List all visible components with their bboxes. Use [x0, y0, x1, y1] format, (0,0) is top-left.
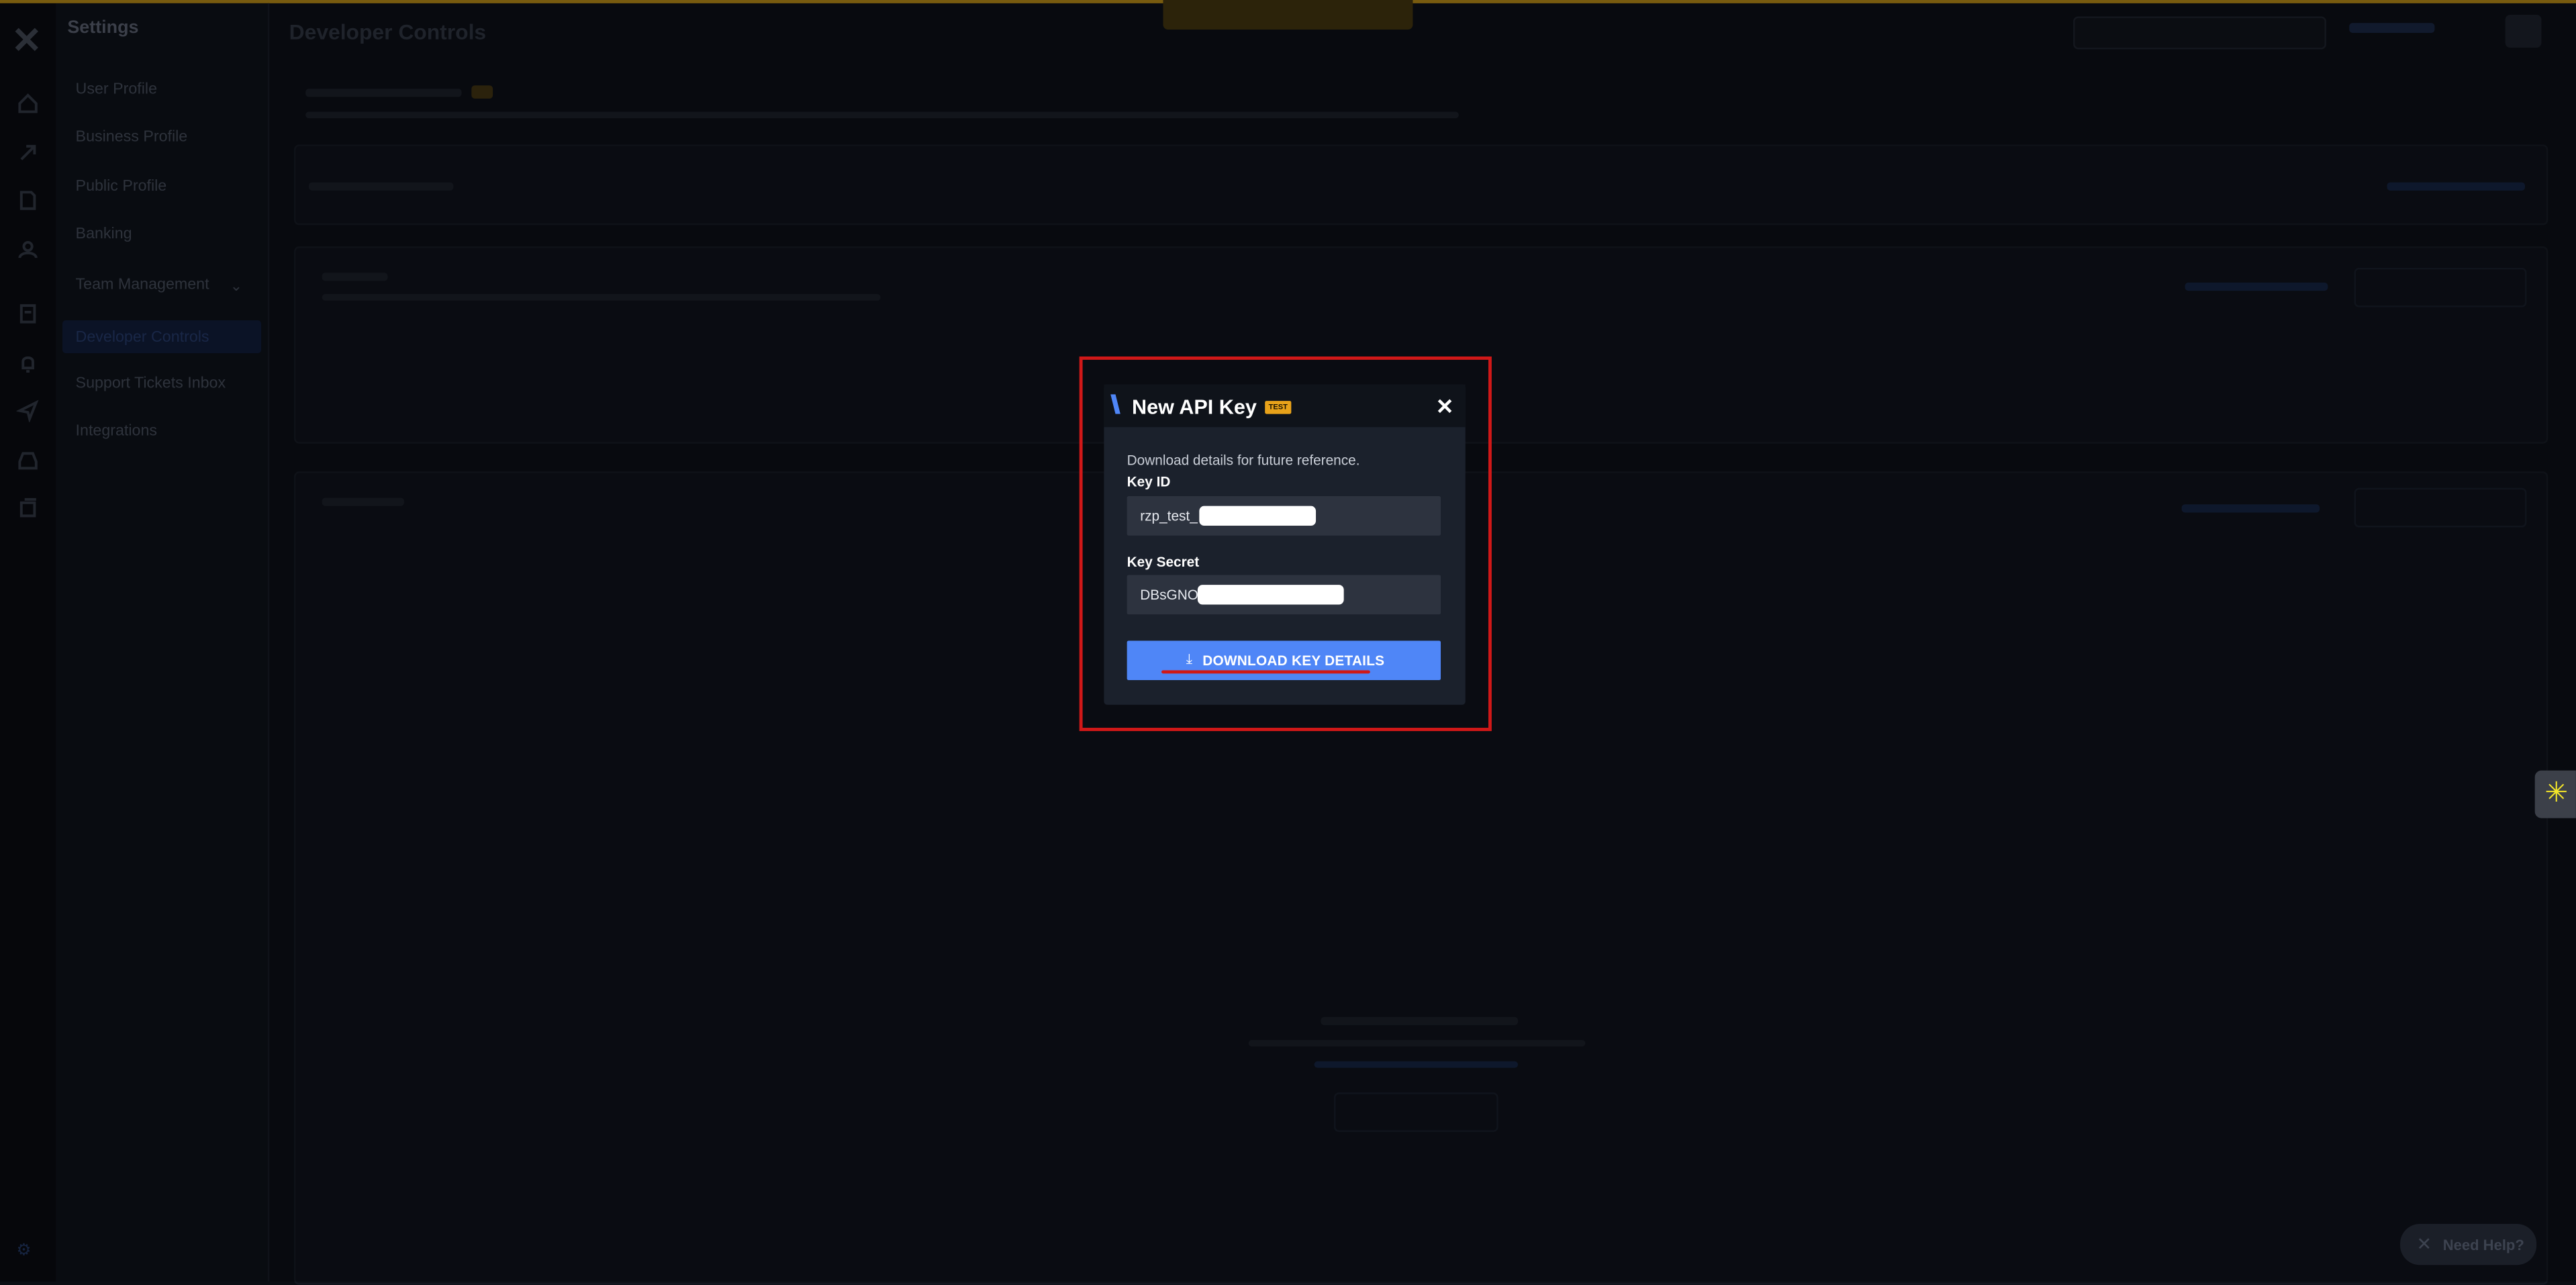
key-id-label: Key ID — [1127, 473, 1171, 490]
brand-mark-icon — [1110, 394, 1120, 414]
modal-description: Download details for future reference. — [1127, 451, 1360, 469]
key-id-redaction — [1199, 506, 1317, 526]
modal-header: New API Key TEST ✕ — [1104, 384, 1466, 428]
modal-title: New API Key — [1131, 395, 1257, 419]
help-logo-icon: ✕ — [2416, 1235, 2432, 1255]
key-secret-label: Key Secret — [1127, 553, 1200, 571]
feedback-tab[interactable]: ✳ — [2534, 770, 2576, 818]
need-help-label: Need Help? — [2442, 1237, 2524, 1254]
download-key-details-button[interactable]: ⤓ DOWNLOAD KEY DETAILS — [1127, 640, 1441, 681]
need-help-button[interactable]: ✕ Need Help? — [2400, 1224, 2537, 1266]
key-id-value: rzp_test_ — [1140, 508, 1198, 524]
annotation-underline — [1161, 670, 1370, 673]
key-secret-field[interactable]: DBsGNO — [1127, 575, 1441, 615]
test-badge: TEST — [1265, 401, 1292, 414]
close-icon[interactable]: ✕ — [1436, 396, 1454, 418]
app-root: ✕ ⚙ Settings User Profile Business Profi… — [0, 0, 2576, 1285]
key-id-field[interactable]: rzp_test_ — [1127, 495, 1441, 536]
key-secret-redaction — [1197, 585, 1344, 605]
download-button-label: DOWNLOAD KEY DETAILS — [1202, 652, 1385, 669]
download-icon: ⤓ — [1186, 651, 1192, 667]
sparkle-icon: ✳ — [2544, 777, 2569, 808]
new-api-key-modal: New API Key TEST ✕ Download details for … — [1104, 384, 1466, 705]
key-secret-value: DBsGNO — [1140, 586, 1198, 604]
